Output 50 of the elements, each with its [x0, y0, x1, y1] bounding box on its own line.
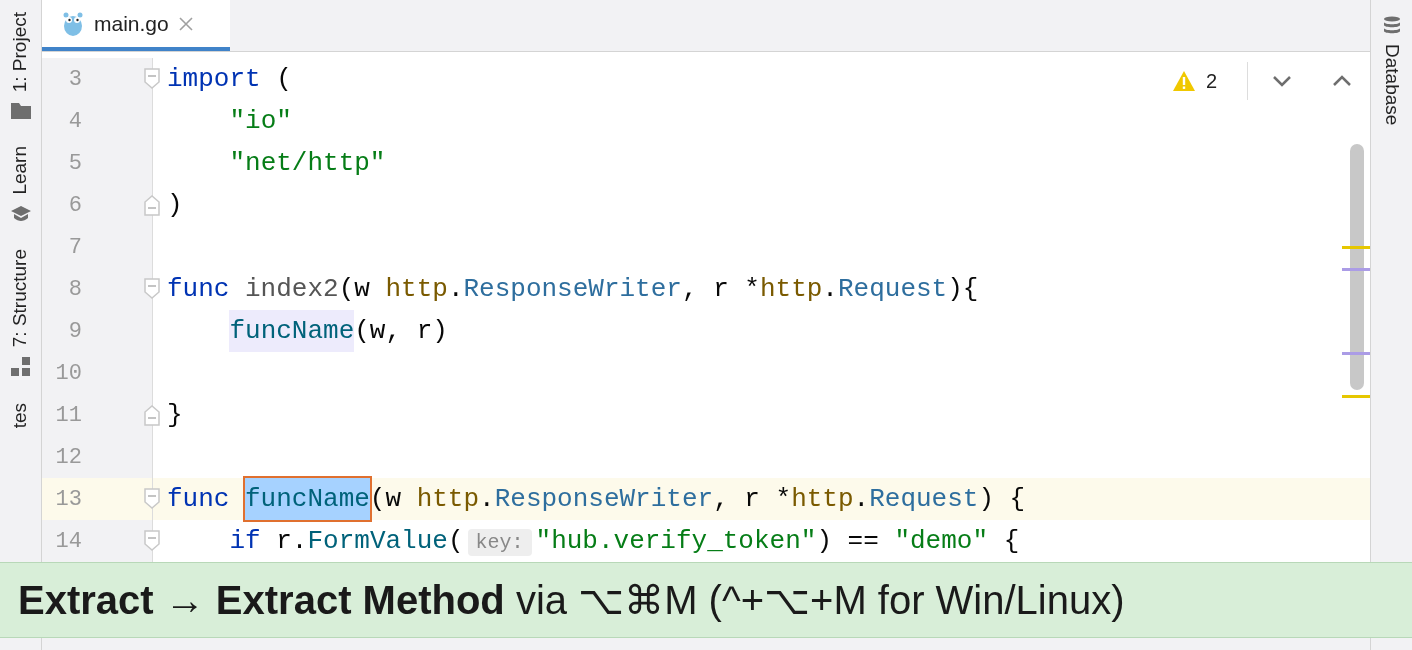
graduation-cap-icon — [9, 204, 32, 223]
fold-marker-icon[interactable] — [144, 404, 160, 426]
line-number: 11 — [54, 401, 82, 430]
folder-icon — [9, 102, 32, 121]
line-number: 4 — [67, 107, 82, 136]
fold-marker-icon[interactable] — [144, 194, 160, 216]
fold-marker-icon[interactable] — [144, 278, 160, 300]
error-stripe-mark[interactable] — [1342, 352, 1370, 355]
error-stripe-mark[interactable] — [1342, 246, 1370, 249]
tool-window-tab[interactable]: Learn — [6, 146, 35, 195]
error-stripe-mark[interactable] — [1342, 268, 1370, 271]
code-line: "io" — [228, 104, 292, 138]
tool-window-tab[interactable]: 1: Project — [6, 12, 35, 93]
line-number: 14 — [54, 527, 82, 556]
code-line: if r.FormValue( key: "hub.verify_token") == "demo" { — [228, 524, 1020, 558]
line-number: 8 — [67, 275, 82, 304]
line-number: 13 — [54, 485, 82, 514]
line-number: 3 — [67, 65, 82, 94]
tab-label: main.go — [94, 10, 169, 37]
chevron-up-icon[interactable] — [1332, 75, 1352, 87]
tool-window-tab[interactable]: Database — [1377, 44, 1406, 126]
line-number: 10 — [54, 359, 82, 388]
warning-count: 2 — [1205, 69, 1217, 94]
fold-marker-icon[interactable] — [144, 68, 160, 90]
structure-icon — [10, 357, 31, 378]
warning-icon[interactable] — [1171, 70, 1196, 92]
code-line: import ( — [167, 62, 292, 96]
code-line: } — [167, 398, 183, 432]
error-stripe-mark[interactable] — [1342, 395, 1370, 398]
line-number: 7 — [67, 233, 82, 262]
close-icon[interactable] — [178, 16, 193, 31]
line-number: 6 — [67, 191, 82, 220]
fold-marker-icon[interactable] — [144, 530, 160, 552]
line-number: 5 — [67, 149, 82, 178]
editor-tab[interactable]: main.go — [42, 0, 230, 51]
code-line: ) — [167, 188, 183, 222]
chevron-down-icon[interactable] — [1272, 75, 1292, 87]
fold-marker-icon[interactable] — [144, 488, 160, 510]
line-number: 9 — [67, 317, 82, 346]
scrollbar-thumb[interactable] — [1350, 144, 1364, 390]
code-line: func funcName(w http.ResponseWriter, r *http.Request) { — [167, 479, 1026, 519]
shortcut-caption: Extract → Extract Method via ⌥⌘M (^+⌥+M for Win/Linux) — [0, 562, 1412, 638]
database-icon — [1382, 16, 1401, 36]
tool-window-tab[interactable]: tes — [6, 403, 35, 429]
tool-window-tab[interactable]: 7: Structure — [6, 248, 35, 348]
line-number: 12 — [54, 443, 82, 472]
code-line: "net/http" — [228, 146, 386, 180]
gopher-icon — [62, 10, 84, 37]
code-line: func index2(w http.ResponseWriter, r *http.Request){ — [167, 272, 979, 306]
code-line: funcName(w, r) — [167, 311, 448, 351]
